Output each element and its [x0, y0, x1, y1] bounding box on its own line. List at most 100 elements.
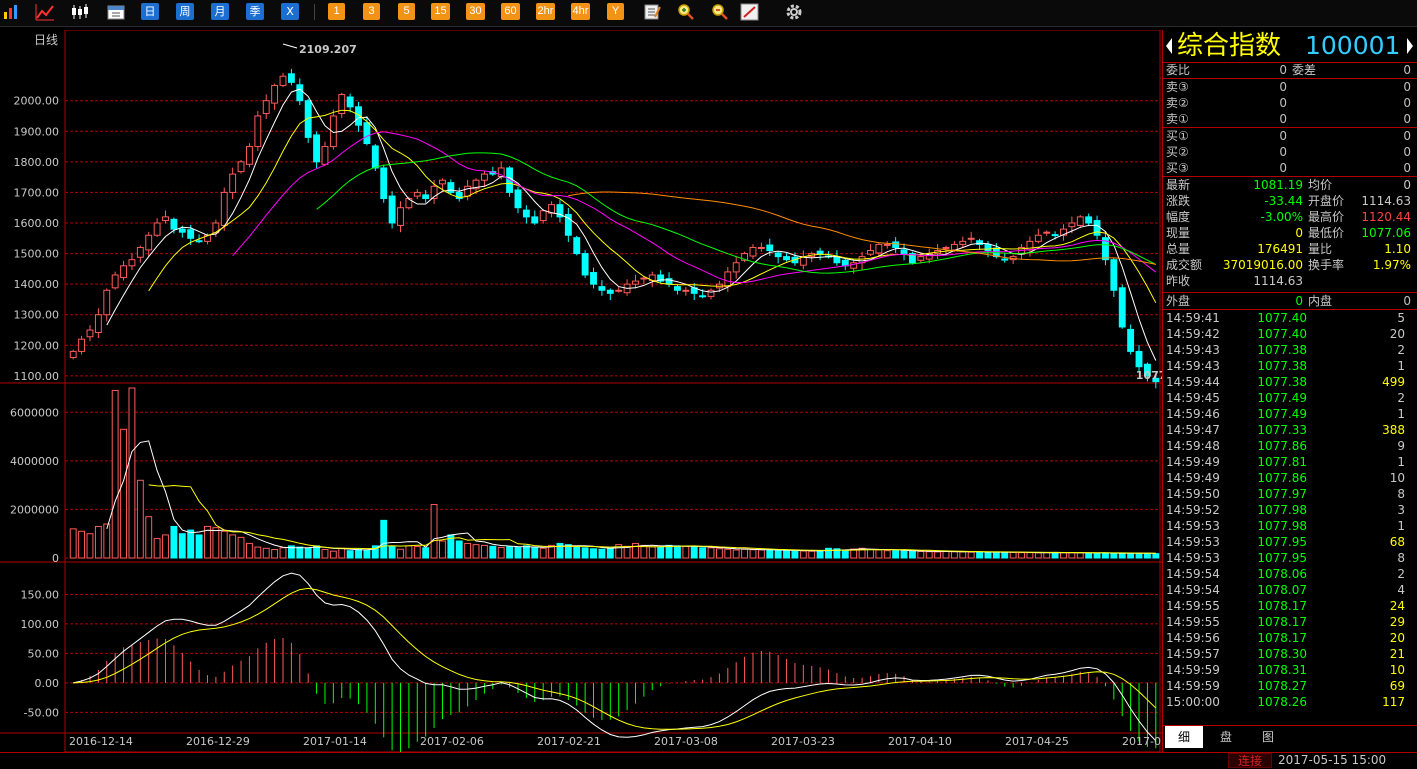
notebook-icon[interactable] [642, 3, 662, 20]
line-chart-icon[interactable] [35, 3, 55, 21]
volume-bar [581, 547, 589, 559]
quote-label: 总量 [1166, 242, 1191, 256]
tick-price: 1078.30 [1257, 647, 1307, 661]
tick-time: 14:59:50 [1166, 487, 1220, 501]
candle-body [959, 240, 967, 245]
minute-30-button[interactable]: 30 [466, 3, 485, 20]
year-button[interactable]: Y [607, 3, 624, 20]
volume-bar [120, 428, 127, 559]
tick-row: 14:59:49 1077.81 1 [1163, 454, 1417, 470]
tick-volume: 10 [1389, 471, 1405, 485]
candle-body [447, 182, 455, 193]
minute-1-button[interactable]: 1 [328, 3, 345, 20]
volume-bar [632, 542, 639, 559]
volume-bar [749, 549, 757, 559]
connection-status-button[interactable]: 连接 [1228, 753, 1272, 768]
volume-bar [799, 550, 807, 559]
minute-60-button[interactable]: 60 [501, 3, 520, 20]
tick-row: 14:59:48 1077.86 9 [1163, 438, 1417, 454]
quote-value: 176491 [1257, 242, 1303, 256]
prev-arrow-icon[interactable] [1166, 38, 1172, 54]
tab-detail[interactable]: 细 [1165, 726, 1203, 748]
zoom-in-icon[interactable] [676, 3, 696, 20]
volume-bar [917, 550, 925, 559]
ma5-line [106, 88, 1157, 361]
volume-tick-label: 4000000 [10, 455, 59, 468]
candle-body [590, 272, 597, 285]
ask-level-price: 0 [1279, 112, 1287, 126]
volume-bar [313, 545, 321, 559]
volume-bar [590, 548, 597, 559]
quote-label: 成交额 [1166, 258, 1203, 272]
tick-volume: 4 [1397, 583, 1405, 597]
quote-value: 1081.19 [1253, 178, 1303, 192]
tick-price: 1078.17 [1257, 631, 1307, 645]
candle-body [78, 338, 86, 352]
volume-bar [94, 525, 102, 559]
candle-body [170, 218, 178, 230]
period-day-button[interactable]: 日 [141, 3, 159, 20]
date-tick-label: 2017-01-14 [303, 735, 367, 748]
macd-dif-line [73, 572, 1157, 742]
tick-row: 14:59:54 1078.07 4 [1163, 582, 1417, 598]
tick-price: 1077.95 [1257, 535, 1307, 549]
tick-row: 14:59:47 1077.33 388 [1163, 422, 1417, 438]
ask-level-label: 卖① [1166, 112, 1189, 126]
tick-row: 14:59:53 1077.98 1 [1163, 518, 1417, 534]
gear-icon[interactable] [784, 3, 804, 20]
quote-value: -33.44 [1264, 194, 1303, 208]
volume-bar [1068, 552, 1076, 559]
tick-price: 1078.17 [1257, 599, 1307, 613]
minute-5-button[interactable]: 5 [398, 3, 415, 20]
volume-bar [220, 530, 228, 559]
volume-bar [254, 546, 262, 559]
tick-time: 14:59:42 [1166, 327, 1220, 341]
period-quarter-button[interactable]: 季 [246, 3, 264, 20]
next-arrow-icon[interactable] [1407, 38, 1413, 54]
candle-body [69, 350, 77, 359]
zoom-out-icon[interactable] [710, 3, 730, 20]
candle-body [816, 250, 824, 255]
volume-bar [1085, 552, 1093, 559]
price-tick-label: 1900.00 [14, 125, 60, 138]
candle-body [480, 173, 488, 181]
bid-level-row: 买② 0 0 [1163, 144, 1417, 160]
candle-body [271, 84, 279, 104]
period-x-button[interactable]: X [281, 3, 299, 20]
kline-chart[interactable]: 2000.00 1900.00 1800.00 1700.00 1600.00 1500.… [0, 30, 1162, 752]
tick-volume: 2 [1397, 343, 1405, 357]
quote-panel: 综合指数 100001 委比 0 委差 0 卖③ 0 0 卖② 0 0 卖① 0 0 买① 0 0 买… [1162, 30, 1417, 752]
kline-chart-area[interactable]: 2000.00 1900.00 1800.00 1700.00 1600.00 1500.… [0, 30, 1162, 752]
volume-bar [111, 389, 119, 559]
tab-order-book[interactable]: 盘 [1207, 726, 1245, 748]
ask-level-price: 0 [1279, 96, 1287, 110]
hour-4-button[interactable]: 4hr [571, 3, 590, 20]
candle-body [111, 274, 119, 289]
minute-3-button[interactable]: 3 [363, 3, 380, 20]
draw-line-icon[interactable] [740, 3, 760, 21]
volume-bar [439, 540, 446, 559]
price-tick-label: 1100.00 [14, 370, 60, 383]
period-week-button[interactable]: 周 [176, 3, 194, 20]
volume-bar [355, 549, 362, 559]
candle-body [313, 134, 321, 163]
tick-row: 14:59:44 1077.38 499 [1163, 374, 1417, 390]
tick-time: 14:59:48 [1166, 439, 1220, 453]
candle-body [103, 289, 111, 316]
quote-row: 涨跌 -33.44 开盘价 1114.63 [1163, 193, 1417, 209]
candlestick-icon[interactable] [70, 3, 90, 20]
period-month-button[interactable]: 月 [211, 3, 229, 20]
tick-row: 14:59:43 1077.38 1 [1163, 358, 1417, 374]
tab-chart[interactable]: 图 [1249, 726, 1287, 748]
tick-price: 1077.33 [1257, 423, 1307, 437]
calendar-icon[interactable] [106, 3, 126, 20]
bar-chart-icon[interactable] [2, 3, 22, 20]
tick-volume: 68 [1389, 535, 1405, 549]
minute-15-button[interactable]: 15 [431, 3, 450, 20]
high-price-label: 2109.207 [299, 43, 357, 56]
index-title-bar: 综合指数 100001 [1163, 30, 1417, 62]
volume-bar [497, 547, 505, 559]
candle-body [875, 243, 883, 254]
hour-2-button[interactable]: 2hr [536, 3, 555, 20]
tick-row: 14:59:55 1078.17 24 [1163, 598, 1417, 614]
